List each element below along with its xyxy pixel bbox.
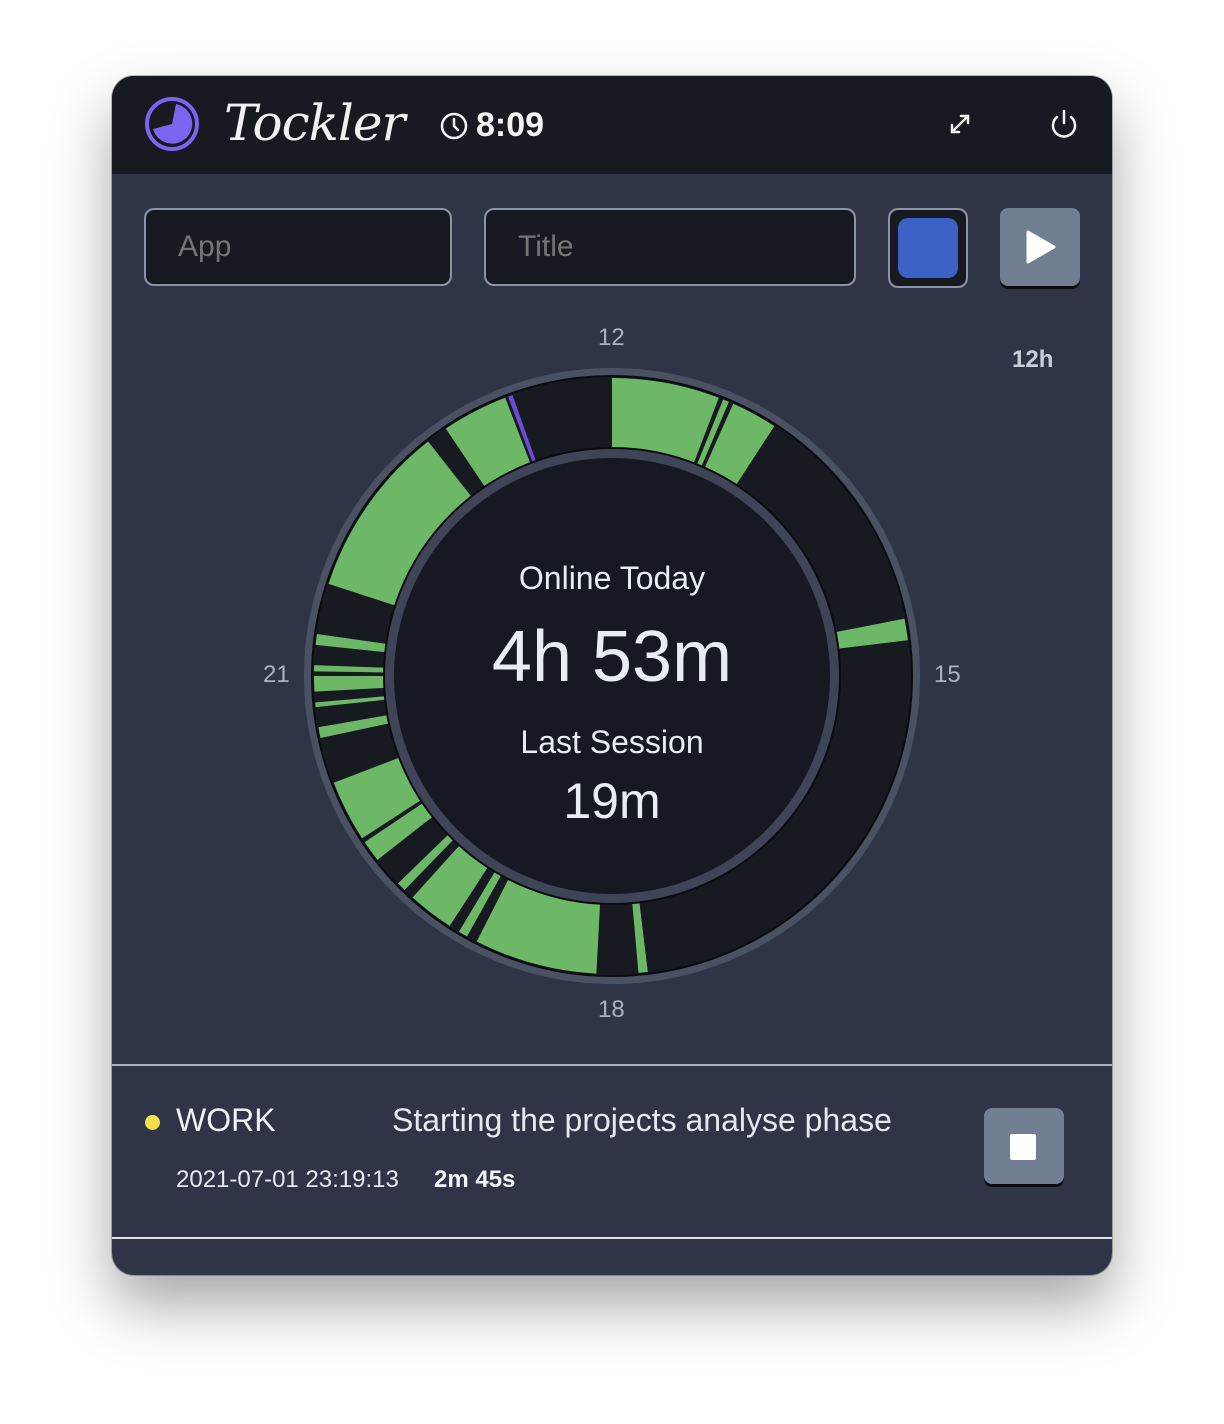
stop-icon [1010,1134,1036,1160]
color-swatch [898,218,958,278]
task-start-time: 2021-07-01 23:19:13 [176,1166,399,1193]
last-session-value: 19m [563,773,661,829]
online-today-value: 4h 53m [491,617,733,697]
tockler-window: Tockler 8:09 12h 12 15 18 21 Online Toda… [112,76,1112,1275]
title-input[interactable] [484,208,856,286]
color-picker-button[interactable] [888,208,968,288]
task-duration: 2m 45s [434,1166,516,1193]
clock-time: 8:09 [476,106,545,144]
divider [112,1237,1112,1239]
header-bar: Tockler 8:09 [112,76,1112,174]
hour-label-18: 18 [598,996,625,1023]
stop-task-button[interactable] [984,1108,1064,1184]
task-title: Starting the projects analyse phase [392,1102,892,1138]
app-title: Tockler [224,94,405,152]
power-icon[interactable] [1046,106,1082,142]
start-task-button[interactable] [1000,208,1080,286]
app-input[interactable] [144,208,452,286]
task-app: WORK [176,1102,276,1138]
hour-label-12: 12 [598,324,625,351]
last-session-label: Last Session [520,724,704,760]
divider [112,1064,1112,1066]
zoom-level-toggle[interactable]: 12h [1012,346,1053,374]
clock-icon [440,112,468,139]
status-dot [145,1115,160,1130]
tockler-logo-icon [145,97,199,151]
play-icon [1026,230,1056,264]
online-today-label: Online Today [518,560,706,596]
clock-display: 8:09 [440,106,544,145]
expand-icon[interactable] [942,106,978,142]
